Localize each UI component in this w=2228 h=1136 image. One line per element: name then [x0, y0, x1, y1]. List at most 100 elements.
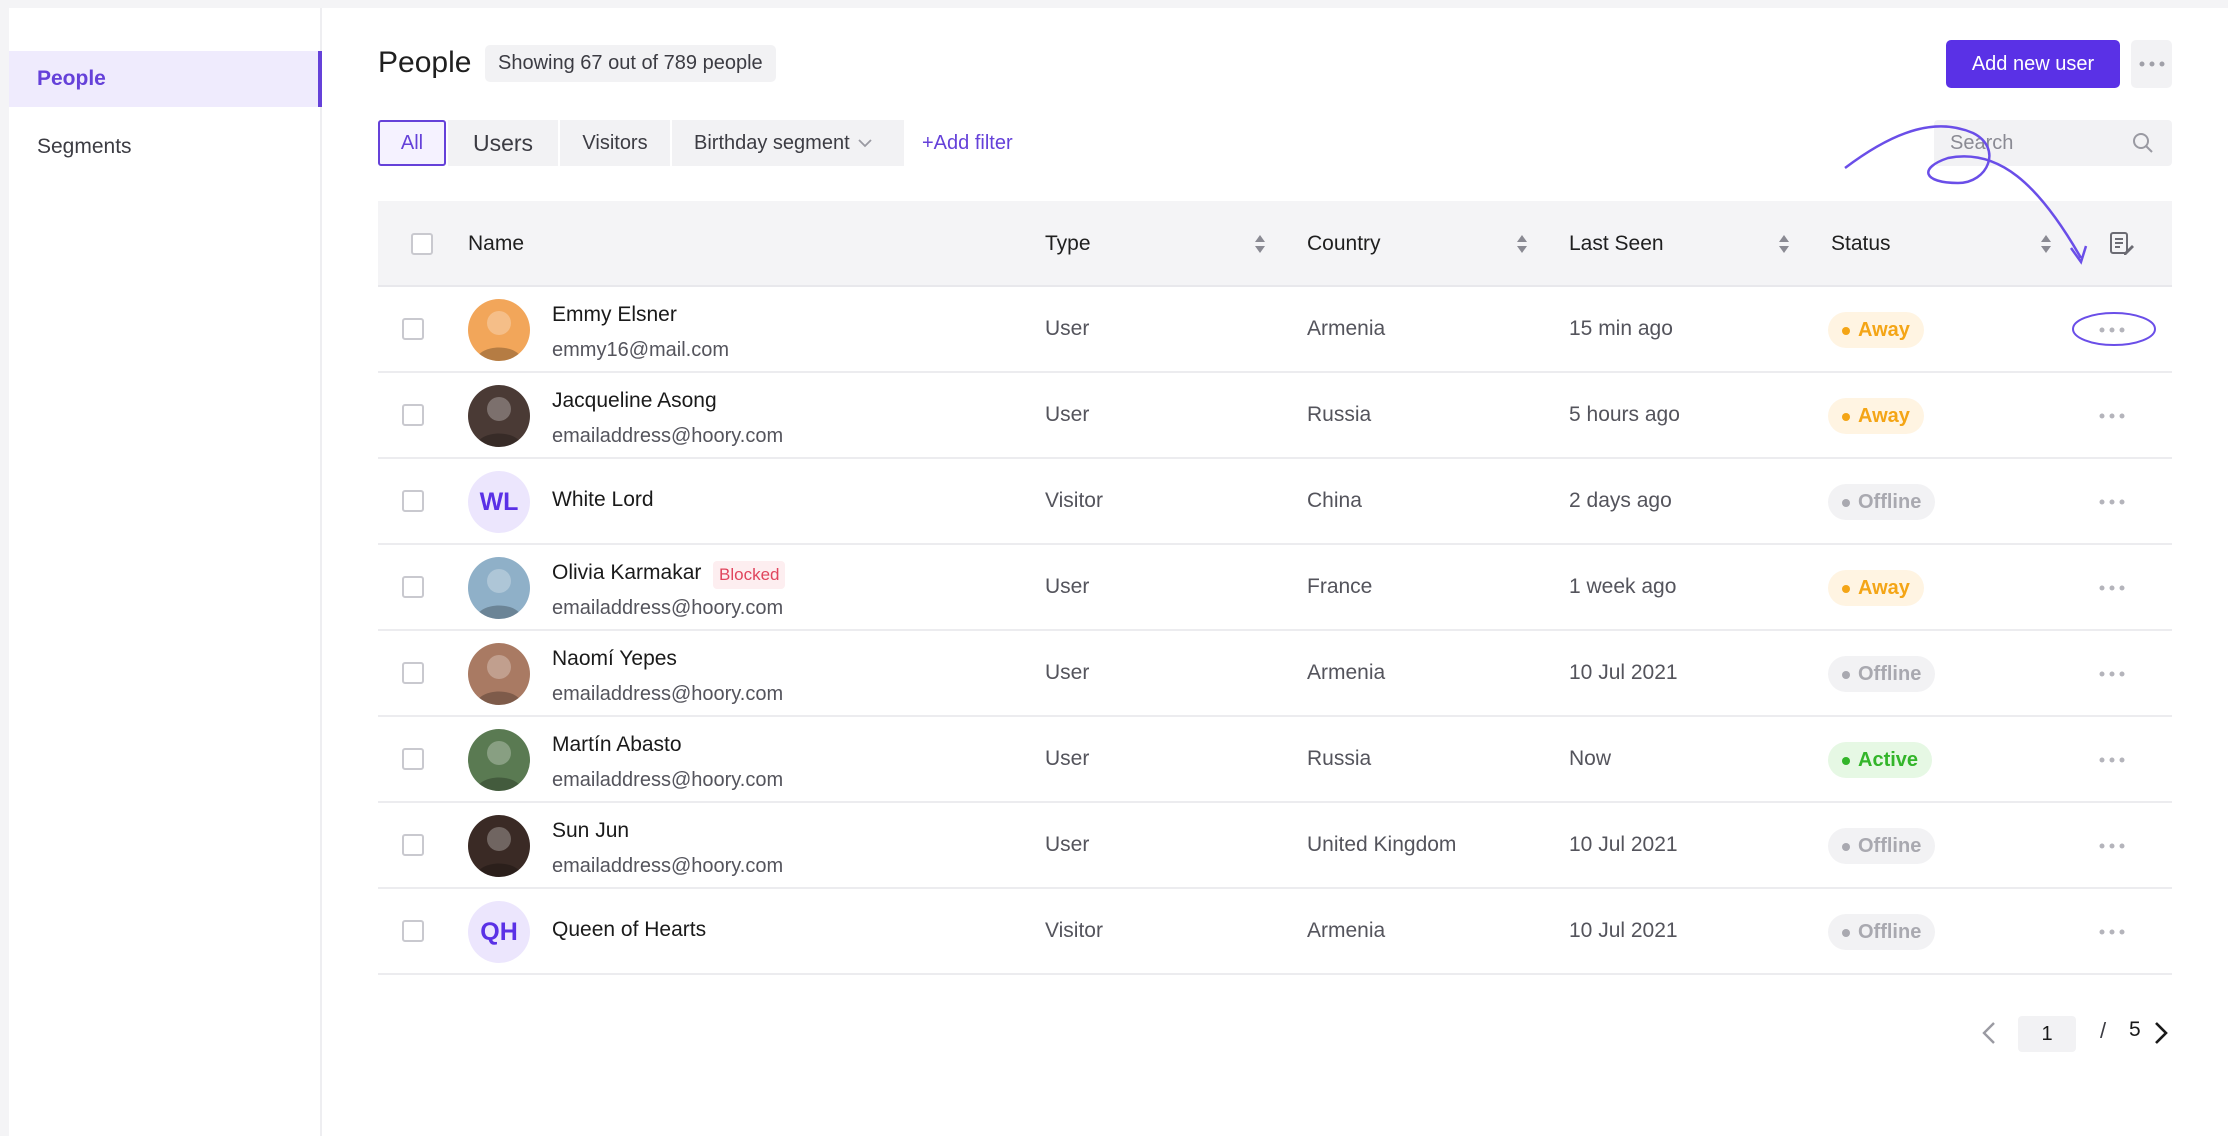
row-checkbox[interactable]	[402, 318, 424, 340]
tab-users[interactable]: Users	[448, 120, 558, 166]
chevron-down-icon	[858, 138, 872, 147]
user-name[interactable]: Jacqueline Asong	[552, 389, 717, 413]
add-filter-link[interactable]: +Add filter	[922, 120, 1013, 166]
user-type: Visitor	[1045, 919, 1103, 942]
user-country: Russia	[1307, 403, 1372, 426]
row-checkbox[interactable]	[402, 662, 424, 684]
user-email: emailaddress@hoory.com	[552, 597, 784, 619]
row-actions-button[interactable]	[2090, 399, 2134, 433]
user-type: User	[1045, 661, 1090, 684]
search-input[interactable]	[1950, 131, 2120, 155]
ellipsis-icon	[2099, 757, 2125, 763]
sidebar-item-segments[interactable]: Segments	[9, 119, 322, 175]
user-type: User	[1045, 403, 1090, 426]
user-country: Armenia	[1307, 317, 1386, 340]
column-label: Type	[1045, 232, 1091, 255]
table-row[interactable]: WL White Lord Visitor China 2 days ago Offlin…	[378, 459, 2172, 545]
sort-icon[interactable]	[2040, 234, 2052, 254]
column-header-country[interactable]: Country	[1307, 201, 1381, 287]
row-checkbox[interactable]	[402, 920, 424, 942]
page-number-input[interactable]	[2018, 1016, 2076, 1052]
row-checkbox[interactable]	[402, 748, 424, 770]
last-seen: 2 days ago	[1569, 489, 1672, 512]
row-checkbox[interactable]	[402, 834, 424, 856]
tab-visitors[interactable]: Visitors	[560, 120, 670, 166]
app-frame: People Segments People Showing 67 out of…	[9, 8, 2228, 1136]
status-badge: Offline	[1828, 828, 1936, 864]
table-row[interactable]: Martín Abasto emailaddress@hoory.com User R…	[378, 717, 2172, 803]
table-row[interactable]: Olivia Karmakar Blocked emailaddress@hoory…	[378, 545, 2172, 631]
select-all-checkbox[interactable]	[411, 233, 433, 255]
user-type: Visitor	[1045, 489, 1103, 512]
last-seen: 10 Jul 2021	[1569, 661, 1678, 684]
row-checkbox[interactable]	[402, 576, 424, 598]
status-badge: Offline	[1828, 484, 1936, 520]
row-actions-button[interactable]	[2090, 657, 2134, 691]
user-email: emailaddress@hoory.com	[552, 855, 784, 877]
tab-all[interactable]: All	[378, 120, 446, 166]
user-email: emmy16@mail.com	[552, 339, 730, 361]
column-header-last-seen[interactable]: Last Seen	[1569, 201, 1664, 287]
sort-icon[interactable]	[1516, 234, 1528, 254]
last-seen: 10 Jul 2021	[1569, 833, 1678, 856]
table-row[interactable]: Sun Jun emailaddress@hoory.com User United …	[378, 803, 2172, 889]
user-country: Armenia	[1307, 919, 1386, 942]
row-actions-button[interactable]	[2090, 313, 2134, 347]
total-pages: 5	[2129, 1018, 2141, 1041]
chevron-right-icon[interactable]	[2154, 1021, 2168, 1045]
status-badge: Away	[1828, 398, 1924, 434]
header-more-button[interactable]	[2131, 40, 2172, 88]
ellipsis-icon	[2099, 413, 2125, 419]
row-checkbox[interactable]	[402, 404, 424, 426]
user-name[interactable]: Emmy Elsner	[552, 303, 677, 327]
tab-birthday-segment[interactable]: Birthday segment	[672, 120, 904, 166]
table-row[interactable]: Naomí Yepes emailaddress@hoory.com User Arm…	[378, 631, 2172, 717]
chevron-left-icon[interactable]	[1982, 1021, 1996, 1045]
user-name[interactable]: Olivia Karmakar	[552, 561, 701, 585]
page-separator: /	[2100, 1018, 2107, 1043]
user-type: User	[1045, 575, 1090, 598]
user-name[interactable]: Queen of Hearts	[552, 918, 706, 942]
user-name[interactable]: Martín Abasto	[552, 733, 682, 757]
user-email: emailaddress@hoory.com	[552, 769, 784, 791]
row-checkbox[interactable]	[402, 490, 424, 512]
tab-label: Visitors	[582, 131, 648, 154]
user-email: emailaddress@hoory.com	[552, 425, 784, 447]
row-actions-button[interactable]	[2090, 743, 2134, 777]
search-icon[interactable]	[2132, 132, 2154, 154]
status-badge: Offline	[1828, 656, 1936, 692]
row-actions-button[interactable]	[2090, 829, 2134, 863]
column-header-status[interactable]: Status	[1831, 201, 1891, 287]
ellipsis-icon	[2099, 671, 2125, 677]
table-row[interactable]: Emmy Elsner emmy16@mail.com User Armenia 15 …	[378, 287, 2172, 373]
user-name[interactable]: Sun Jun	[552, 819, 629, 843]
avatar: QH	[468, 901, 530, 963]
row-actions-button[interactable]	[2090, 571, 2134, 605]
column-header-type[interactable]: Type	[1045, 201, 1091, 287]
row-actions-button[interactable]	[2090, 915, 2134, 949]
row-actions-button[interactable]	[2090, 485, 2134, 519]
avatar: WL	[468, 471, 530, 533]
ellipsis-icon	[2099, 327, 2125, 333]
add-new-user-button[interactable]: Add new user	[1946, 40, 2120, 88]
avatar	[468, 299, 530, 361]
user-name[interactable]: Naomí Yepes	[552, 647, 677, 671]
sidebar-item-label: People	[37, 67, 106, 90]
last-seen: 15 min ago	[1569, 317, 1673, 340]
user-name[interactable]: White Lord	[552, 488, 654, 512]
edit-columns-icon[interactable]	[2109, 231, 2135, 257]
people-count-badge: Showing 67 out of 789 people	[485, 45, 776, 82]
filter-tabs: All Users Visitors Birthday segment	[378, 120, 906, 166]
column-header-name: Name	[468, 201, 524, 287]
table-row[interactable]: QH Queen of Hearts Visitor Armenia 10 Jul 20…	[378, 889, 2172, 975]
status-badge: Away	[1828, 570, 1924, 606]
sort-icon[interactable]	[1778, 234, 1790, 254]
avatar	[468, 815, 530, 877]
column-label: Status	[1831, 232, 1891, 255]
sidebar: People Segments	[9, 8, 322, 1136]
sidebar-item-people[interactable]: People	[9, 51, 322, 107]
avatar	[468, 385, 530, 447]
user-country: United Kingdom	[1307, 833, 1457, 856]
sort-icon[interactable]	[1254, 234, 1266, 254]
table-row[interactable]: Jacqueline Asong emailaddress@hoory.com Us…	[378, 373, 2172, 459]
